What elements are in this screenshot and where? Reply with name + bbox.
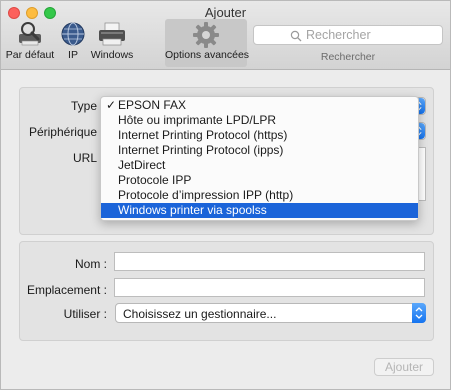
toolbar-windows-label: Windows: [90, 49, 134, 61]
menu-item-label: Hôte ou imprimante LPD/LPR: [118, 113, 277, 127]
menu-item-label: JetDirect: [118, 158, 166, 172]
driver-select[interactable]: Choisissez un gestionnaire...: [115, 303, 426, 323]
name-label: Nom :: [74, 257, 107, 271]
menu-item-lpd-lpr[interactable]: Hôte ou imprimante LPD/LPR: [101, 113, 418, 128]
ip-globe-icon: [61, 22, 85, 46]
windows-printer-icon: [99, 22, 125, 46]
location-label: Emplacement :: [26, 283, 107, 297]
menu-item-label: Internet Printing Protocol (https): [118, 128, 288, 142]
menu-item-ipps[interactable]: Internet Printing Protocol (ipps): [101, 143, 418, 158]
toolbar-advanced-button[interactable]: Options avancées: [165, 19, 250, 67]
gear-icon: [193, 22, 219, 48]
toolbar-default-button[interactable]: Par défaut: [4, 21, 56, 65]
menu-item-label: Windows printer via spoolss: [118, 203, 267, 217]
add-printer-window: Ajouter Par défaut IP Windows Options av…: [0, 0, 451, 390]
toolbar-windows-button[interactable]: Windows: [90, 21, 134, 65]
toolbar-ip-button[interactable]: IP: [59, 21, 87, 65]
menu-item-ipp-http[interactable]: Protocole d’impression IPP (http): [101, 188, 418, 203]
use-label: Utiliser :: [63, 307, 107, 321]
device-label: Périphérique: [28, 125, 97, 139]
menu-item-ipp-https[interactable]: Internet Printing Protocol (https): [101, 128, 418, 143]
add-button[interactable]: Ajouter: [374, 358, 434, 376]
menu-item-epson-fax[interactable]: ✓ EPSON FAX: [101, 98, 418, 113]
driver-select-value: Choisissez un gestionnaire...: [123, 307, 277, 321]
toolbar-advanced-label: Options avancées: [165, 49, 250, 61]
menu-item-label: Protocole IPP: [118, 173, 192, 187]
menu-item-jetdirect[interactable]: JetDirect: [101, 158, 418, 173]
menu-item-protocole-ipp[interactable]: Protocole IPP: [101, 173, 418, 188]
name-field[interactable]: [114, 252, 425, 271]
type-dropdown-menu: ✓ EPSON FAX Hôte ou imprimante LPD/LPR I…: [100, 96, 419, 221]
menu-item-label: EPSON FAX: [118, 98, 187, 112]
search-label: Rechercher: [320, 51, 376, 63]
toolbar-ip-label: IP: [68, 49, 78, 61]
url-label: URL: [72, 151, 97, 165]
search-icon: [290, 30, 302, 42]
toolbar-default-label: Par défaut: [5, 49, 55, 61]
type-label: Type: [70, 99, 97, 113]
search-field[interactable]: Rechercher: [253, 25, 443, 45]
menu-item-label: Internet Printing Protocol (ipps): [118, 143, 284, 157]
window-title: Ajouter: [204, 5, 247, 20]
location-field[interactable]: [114, 278, 425, 297]
menu-item-label: Protocole d’impression IPP (http): [118, 188, 294, 202]
default-printer-icon: [19, 22, 41, 46]
checkmark-icon: ✓: [106, 98, 117, 112]
menu-item-windows-spoolss[interactable]: Windows printer via spoolss: [101, 203, 418, 218]
chevron-updown-icon: [415, 307, 423, 319]
title-bar: Ajouter Par défaut IP Windows Options av…: [1, 1, 450, 70]
search-placeholder: Rechercher: [306, 28, 371, 42]
driver-stepper: [412, 303, 426, 323]
